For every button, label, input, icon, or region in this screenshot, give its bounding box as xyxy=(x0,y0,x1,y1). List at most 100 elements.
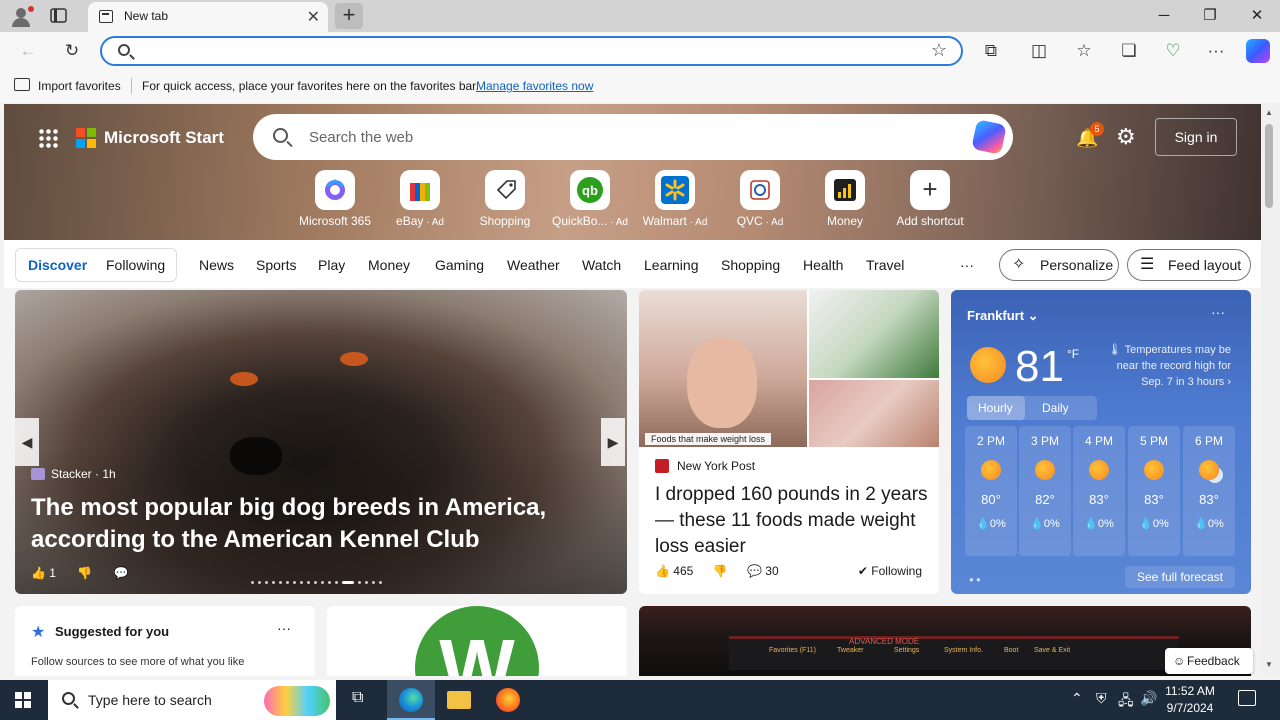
taskbar-file-explorer[interactable] xyxy=(435,680,483,720)
temperature-unit[interactable]: °F xyxy=(1067,347,1079,361)
nav-item-weather[interactable]: Weather xyxy=(507,257,560,273)
tab-daily[interactable]: Daily xyxy=(1042,401,1069,415)
new-tab-button[interactable]: + xyxy=(335,3,363,29)
comment-icon[interactable]: 💬 xyxy=(747,564,762,578)
weather-card[interactable]: Frankfurt ⌄ ··· 81 °F 🌡 Temperatures may… xyxy=(951,290,1251,594)
collections-icon[interactable]: ❏ xyxy=(1117,40,1141,62)
refresh-icon[interactable]: ↻ xyxy=(60,40,84,62)
story-headline[interactable]: The most popular big dog breeds in Ameri… xyxy=(31,492,591,556)
close-window-button[interactable]: ✕ xyxy=(1242,4,1272,28)
copilot-icon[interactable] xyxy=(971,119,1007,155)
shortcut-ebay[interactable]: eBay · Ad xyxy=(375,170,465,228)
gaming-story-card[interactable]: ADVANCED MODE Favorites (F11) Tweaker Se… xyxy=(639,606,1251,676)
plus-icon: + xyxy=(910,170,950,210)
more-icon[interactable]: ··· xyxy=(1204,40,1228,62)
nav-item-learning[interactable]: Learning xyxy=(644,257,699,273)
performance-icon[interactable]: ♡ xyxy=(1161,40,1185,62)
import-favorites-button[interactable]: Import favorites xyxy=(38,79,121,93)
back-icon[interactable]: ← xyxy=(16,40,40,62)
carousel-next-button[interactable]: ▶ xyxy=(601,418,625,466)
partly-cloudy-icon xyxy=(1199,460,1219,480)
manage-favorites-link[interactable]: Manage favorites now xyxy=(476,79,593,93)
nyp-story-card[interactable]: Foods that make weight loss New York Pos… xyxy=(639,290,939,594)
nav-item-sports[interactable]: Sports xyxy=(256,257,296,273)
minimize-button[interactable]: ─ xyxy=(1149,4,1179,28)
tab-following[interactable]: Following xyxy=(106,257,165,273)
shortcut-shopping[interactable]: Shopping xyxy=(460,170,550,228)
tab-hourly[interactable]: Hourly xyxy=(978,401,1013,415)
copilot-icon[interactable] xyxy=(1246,39,1270,63)
settings-gear-icon[interactable]: ⚙ xyxy=(1116,124,1136,150)
comment-icon[interactable]: 💬 xyxy=(114,566,129,580)
security-icon[interactable]: ⛨ xyxy=(1096,690,1107,707)
story-source[interactable]: New York Post xyxy=(655,459,755,473)
nav-item-watch[interactable]: Watch xyxy=(582,257,621,273)
weather-alert[interactable]: 🌡 Temperatures may be near the record hi… xyxy=(1091,342,1231,390)
shortcut-walmart[interactable]: Walmart · Ad xyxy=(630,170,720,228)
sunny-icon xyxy=(981,460,1001,480)
taskbar-clock[interactable]: 11:52 AM 9/7/2024 xyxy=(1160,683,1220,717)
scrollbar-thumb[interactable] xyxy=(1265,124,1273,208)
network-icon[interactable]: 🖧 xyxy=(1118,690,1134,714)
story-source[interactable]: Stacker · 1h xyxy=(31,467,116,481)
see-full-forecast-button[interactable]: See full forecast xyxy=(1124,566,1235,588)
close-tab-button[interactable]: ✕ xyxy=(307,7,320,27)
weather-city[interactable]: Frankfurt ⌄ xyxy=(967,308,1039,324)
sunny-icon xyxy=(1035,460,1055,480)
favorites-icon[interactable]: ☆ xyxy=(1072,40,1096,62)
address-bar[interactable]: ☆ xyxy=(100,36,963,66)
brand-title[interactable]: Microsoft Start xyxy=(104,128,224,148)
following-badge[interactable]: ✔ Following xyxy=(858,564,922,578)
suggested-more-button[interactable]: ··· xyxy=(277,620,291,636)
app-launcher-icon[interactable] xyxy=(38,128,58,148)
personalize-button[interactable]: ✧ Personalize xyxy=(999,249,1119,281)
sign-in-button[interactable]: Sign in xyxy=(1155,118,1237,156)
page-scrollbar[interactable]: ▲ ▼ xyxy=(1261,104,1280,676)
nav-item-shopping[interactable]: Shopping xyxy=(721,257,780,273)
notifications-bell-icon[interactable]: 🔔 5 xyxy=(1076,122,1104,150)
shortcut-quickbooks[interactable]: qb QuickBo... · Ad xyxy=(545,170,635,228)
like-icon[interactable]: 👍 xyxy=(31,566,46,580)
dislike-icon[interactable]: 👎 xyxy=(77,566,92,580)
tab-actions-icon[interactable] xyxy=(50,7,70,25)
shortcut-add[interactable]: + Add shortcut xyxy=(885,170,975,228)
extensions-icon[interactable]: ⧉ xyxy=(979,40,1003,62)
promo-card[interactable]: W xyxy=(327,606,627,676)
feed-layout-button[interactable]: ☰ Feed layout xyxy=(1127,249,1251,281)
shortcut-money[interactable]: Money xyxy=(800,170,890,228)
maximize-button[interactable]: ❐ xyxy=(1195,4,1225,28)
taskbar-firefox[interactable] xyxy=(484,680,532,720)
nav-item-money[interactable]: Money xyxy=(368,257,410,273)
nav-item-news[interactable]: News xyxy=(199,257,234,273)
hourly-forecast-item: 5 PM 83° 💧0% xyxy=(1128,426,1180,556)
web-search-box[interactable]: Search the web xyxy=(253,114,1013,160)
notification-center-icon[interactable] xyxy=(1238,690,1256,706)
tab-discover[interactable]: Discover xyxy=(28,257,87,273)
taskbar-edge[interactable] xyxy=(387,680,435,720)
nav-item-play[interactable]: Play xyxy=(318,257,345,273)
split-screen-icon[interactable]: ◫ xyxy=(1027,40,1051,62)
task-view-button[interactable]: ⧉ xyxy=(338,680,386,720)
feedback-button[interactable]: ☺ Feedback xyxy=(1165,648,1253,674)
windows-start-icon[interactable] xyxy=(15,692,31,708)
chevron-up-icon[interactable]: ⌃ xyxy=(1071,690,1083,707)
shortcut-microsoft-365[interactable]: Microsoft 365 xyxy=(290,170,380,228)
shortcut-qvc[interactable]: QVC · Ad xyxy=(715,170,805,228)
tab-strip: New tab ✕ + ─ ❐ ✕ xyxy=(0,0,1280,32)
nav-item-health[interactable]: Health xyxy=(803,257,843,273)
story-headline[interactable]: I dropped 160 pounds in 2 years — these … xyxy=(655,482,930,560)
taskbar-search[interactable]: Type here to search xyxy=(48,680,336,720)
profile-icon[interactable] xyxy=(10,6,34,28)
favorite-star-icon[interactable]: ☆ xyxy=(931,40,947,61)
hero-story-card[interactable]: ◀ ▶ Stacker · 1h The most popular big do… xyxy=(15,290,627,594)
volume-icon[interactable]: 🔊 xyxy=(1140,690,1157,707)
like-icon[interactable]: 👍 xyxy=(655,564,670,578)
dislike-icon[interactable]: 👎 xyxy=(713,564,728,578)
weather-more-button[interactable]: ··· xyxy=(1211,304,1225,320)
nav-more-button[interactable]: ··· xyxy=(960,257,974,273)
w-logo: W xyxy=(415,606,539,676)
nav-item-travel[interactable]: Travel xyxy=(866,257,904,273)
carousel-prev-button[interactable]: ◀ xyxy=(15,418,39,466)
nav-item-gaming[interactable]: Gaming xyxy=(435,257,484,273)
tab-new-tab[interactable]: New tab ✕ xyxy=(88,2,328,32)
